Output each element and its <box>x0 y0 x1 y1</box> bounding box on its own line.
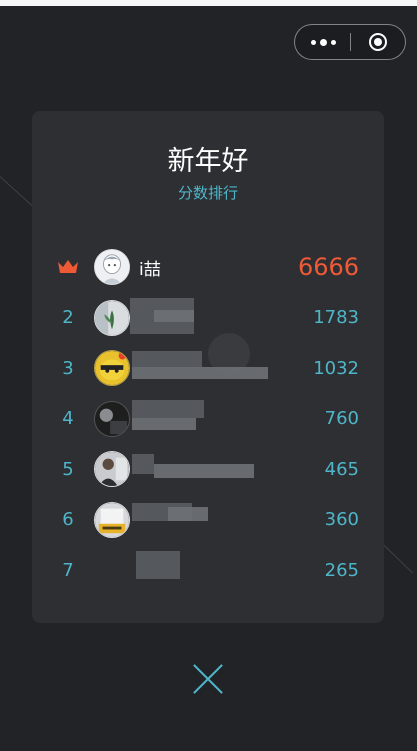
name-mosaic <box>132 351 202 367</box>
ranking-row: 7 265 <box>32 545 384 596</box>
close-x-icon[interactable] <box>191 662 225 696</box>
ranking-list: i喆 66666 2 1783 <box>32 242 384 596</box>
player-score: 760 <box>324 408 359 429</box>
name-mosaic <box>154 464 254 478</box>
name-mosaic <box>136 551 180 579</box>
avatar <box>94 451 130 487</box>
status-bar-strip <box>0 0 417 6</box>
player-score: 66666 <box>298 253 360 281</box>
target-circle-icon[interactable] <box>351 25 405 59</box>
name-mosaic <box>132 417 196 430</box>
ranking-row: 2 1783 <box>32 293 384 344</box>
leaderboard-screen: 新年好 分数排行 i喆 6666 2 1783 3 1032 4 760 5 4… <box>0 0 417 751</box>
avatar <box>94 299 130 336</box>
avatar <box>94 249 130 285</box>
ranking-row: 4 760 <box>32 394 384 445</box>
crown-icon <box>52 242 84 292</box>
avatar <box>94 400 130 437</box>
player-score: 465 <box>324 458 359 480</box>
name-mosaic <box>132 367 268 379</box>
avatar <box>94 501 130 538</box>
player-name: i喆 <box>139 259 161 280</box>
player-score: 265 <box>324 559 359 581</box>
panel-title: 新年好 <box>167 146 249 177</box>
rank-number: 4 <box>62 408 74 429</box>
rank-number: 2 <box>62 307 74 328</box>
player-score: 1032 <box>313 357 359 379</box>
player-score: 360 <box>324 509 359 530</box>
player-score: 1783 <box>313 307 359 328</box>
ranking-row: 3 1032 <box>32 343 384 394</box>
panel-subtitle: 分数排行 <box>177 184 238 202</box>
name-mosaic <box>168 506 208 521</box>
name-mosaic <box>154 309 194 322</box>
name-mosaic <box>132 399 204 418</box>
ranking-row: 5 465 <box>32 444 384 495</box>
ranking-panel: 新年好 分数排行 i喆 6666 2 1783 3 1032 4 760 5 4… <box>32 111 384 623</box>
ranking-row: i喆 66666 <box>32 242 384 293</box>
ranking-row: 6 360 <box>32 495 384 546</box>
miniprogram-capsule <box>294 24 406 60</box>
avatar <box>94 350 130 386</box>
rank-number: 6 <box>62 509 74 530</box>
rank-number: 3 <box>62 357 74 379</box>
name-mosaic <box>132 454 154 474</box>
rank-number: 5 <box>62 458 74 480</box>
rank-number: 7 <box>62 559 74 581</box>
more-dots-icon[interactable] <box>295 25 351 59</box>
